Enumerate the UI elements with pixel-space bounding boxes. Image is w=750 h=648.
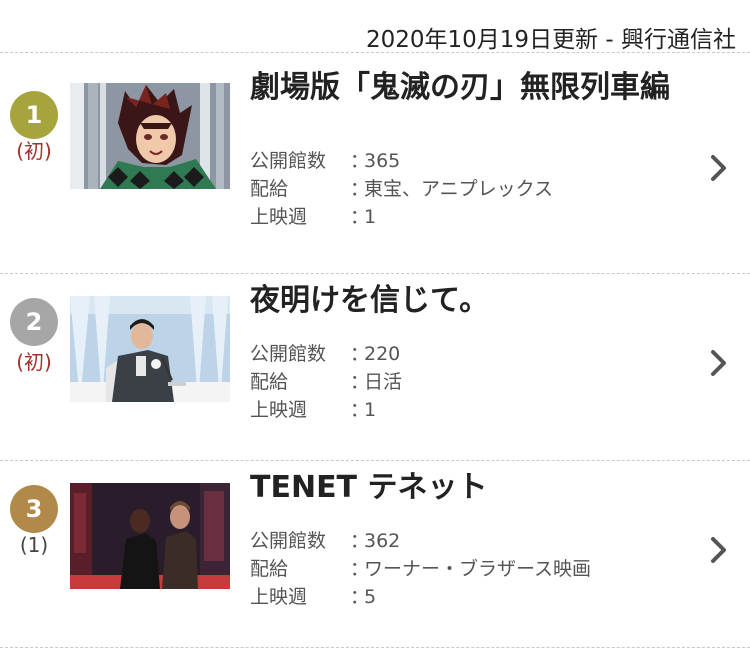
distributor-label: 配給 bbox=[250, 371, 289, 393]
colon: ： bbox=[350, 586, 370, 608]
previous-rank-2: (初) bbox=[16, 350, 52, 374]
weeks-label: 上映週 bbox=[250, 399, 308, 421]
theaters-value: 365 bbox=[364, 150, 401, 172]
colon: ： bbox=[350, 558, 370, 580]
distributor-row: 配給 ：ワーナー・ブラザース映画 bbox=[250, 555, 591, 583]
ranking-item-1[interactable]: 1 (初) 劇場版「鬼滅の刃」無限列車編 公開館数 ：365 配給 ：東宝、アニプレ… bbox=[0, 53, 750, 273]
theaters-value: 362 bbox=[364, 530, 401, 552]
movie-thumbnail-1[interactable] bbox=[70, 83, 230, 189]
colon: ： bbox=[350, 206, 370, 228]
theaters-row: 公開館数 ：220 bbox=[250, 340, 402, 368]
weeks-value: 5 bbox=[364, 586, 377, 608]
distributor-value: ワーナー・ブラザース映画 bbox=[364, 558, 592, 580]
distributor-label: 配給 bbox=[250, 178, 289, 200]
colon: ： bbox=[350, 530, 370, 552]
weeks-label: 上映週 bbox=[250, 206, 308, 228]
distributor-value: 東宝、アニプレックス bbox=[364, 178, 554, 200]
theaters-label: 公開館数 bbox=[250, 150, 327, 172]
weeks-label: 上映週 bbox=[250, 586, 308, 608]
movie-thumbnail-2[interactable] bbox=[70, 296, 230, 402]
colon: ： bbox=[350, 371, 370, 393]
movie-info-1: 公開館数 ：365 配給 ：東宝、アニプレックス 上映週 ：1 bbox=[250, 147, 553, 231]
distributor-value: 日活 bbox=[364, 371, 403, 393]
movie-info-2: 公開館数 ：220 配給 ：日活 上映週 ：1 bbox=[250, 340, 402, 424]
weeks-row: 上映週 ：5 bbox=[250, 583, 591, 611]
ranking-item-2[interactable]: 2 (初) 夜明けを信じて。 公開館数 ：220 配給 ：日活 上映週 ：1 bbox=[0, 274, 750, 460]
movie-title-3[interactable]: TENET テネット bbox=[250, 469, 690, 507]
chevron-right-icon[interactable] bbox=[708, 535, 730, 565]
weeks-value: 1 bbox=[364, 399, 377, 421]
weeks-row: 上映週 ：1 bbox=[250, 203, 553, 231]
chevron-right-icon[interactable] bbox=[708, 153, 730, 183]
movie-title-2[interactable]: 夜明けを信じて。 bbox=[250, 282, 690, 320]
rank-badge-1: 1 bbox=[10, 91, 58, 139]
distributor-label: 配給 bbox=[250, 558, 289, 580]
previous-rank-1: (初) bbox=[16, 139, 52, 163]
colon: ： bbox=[350, 343, 370, 365]
colon: ： bbox=[350, 150, 370, 172]
weeks-value: 1 bbox=[364, 206, 377, 228]
movie-thumbnail-3[interactable] bbox=[70, 483, 230, 589]
page-header: 2020年10月19日更新 - 興行通信社 bbox=[0, 0, 750, 53]
theaters-row: 公開館数 ：362 bbox=[250, 527, 591, 555]
previous-rank-3: (1) bbox=[19, 533, 49, 557]
theaters-row: 公開館数 ：365 bbox=[250, 147, 553, 175]
colon: ： bbox=[350, 178, 370, 200]
movie-info-3: 公開館数 ：362 配給 ：ワーナー・ブラザース映画 上映週 ：5 bbox=[250, 527, 591, 611]
poster-image-3 bbox=[70, 483, 230, 589]
theaters-label: 公開館数 bbox=[250, 530, 327, 552]
rank-badge-2: 2 bbox=[10, 298, 58, 346]
rank-badge-3: 3 bbox=[10, 485, 58, 533]
distributor-row: 配給 ：日活 bbox=[250, 368, 402, 396]
weeks-row: 上映週 ：1 bbox=[250, 396, 402, 424]
colon: ： bbox=[350, 399, 370, 421]
theaters-value: 220 bbox=[364, 343, 401, 365]
distributor-row: 配給 ：東宝、アニプレックス bbox=[250, 175, 553, 203]
chevron-right-icon[interactable] bbox=[708, 348, 730, 378]
poster-image-2 bbox=[70, 296, 230, 402]
movie-title-1[interactable]: 劇場版「鬼滅の刃」無限列車編 bbox=[250, 69, 690, 107]
ranking-item-3[interactable]: 3 (1) TENET テネット 公開館数 ：362 配給 ：ワーナー・ブラザース映… bbox=[0, 461, 750, 647]
update-info: 2020年10月19日更新 - 興行通信社 bbox=[366, 27, 736, 53]
theaters-label: 公開館数 bbox=[250, 343, 327, 365]
poster-image-1 bbox=[70, 83, 230, 189]
